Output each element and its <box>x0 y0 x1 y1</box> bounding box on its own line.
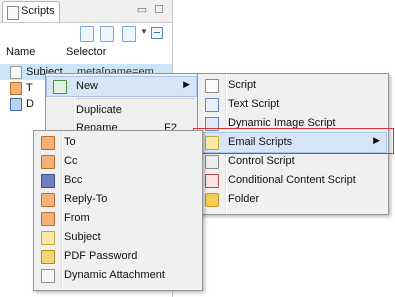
collapse-all-icon[interactable] <box>151 27 163 39</box>
person-icon <box>41 212 55 226</box>
menu-item-label: Text Script <box>228 98 280 110</box>
pdf-password-icon <box>41 250 55 264</box>
scripts-view-icon <box>7 6 19 20</box>
attachment-icon <box>41 269 55 283</box>
person-icon <box>41 155 55 169</box>
control-script-icon <box>205 155 219 169</box>
menu-item-control-script[interactable]: Control Script <box>199 152 387 171</box>
menu-item-reply-to[interactable]: Reply-To <box>35 190 201 209</box>
subject-icon <box>10 66 22 79</box>
menu-item-label: New <box>76 80 99 92</box>
table-header: Name Selector <box>0 44 172 60</box>
menu-separator <box>75 98 195 99</box>
person-icon <box>41 193 55 207</box>
view-tab-bar: Scripts ▭ ☐ <box>0 0 172 23</box>
submenu-arrow-icon: ▶ <box>183 79 190 89</box>
menu-item-label: From <box>64 212 90 224</box>
new-icon <box>53 80 67 94</box>
menu-item-bcc[interactable]: Bcc <box>35 171 201 190</box>
chevron-down-icon[interactable]: ▼ <box>140 27 148 36</box>
menu-item-label: Duplicate <box>76 104 122 116</box>
menu-item-label: Reply-To <box>64 193 108 205</box>
menu-item-label: Control Script <box>228 155 295 167</box>
menu-item-duplicate[interactable]: Duplicate <box>47 101 197 120</box>
text-script-icon <box>205 98 219 112</box>
subject-icon <box>41 231 55 245</box>
menu-item-new[interactable]: New ▶ <box>46 76 197 97</box>
menu-item-conditional-content-script[interactable]: Conditional Content Script <box>199 171 387 190</box>
email-submenu: To Cc Bcc Reply-To From Subject PDF Pass… <box>33 130 203 291</box>
menu-item-text-script[interactable]: Text Script <box>199 95 387 114</box>
conditional-content-icon <box>205 174 219 188</box>
to-icon <box>10 82 22 95</box>
menu-item-label: Bcc <box>64 174 83 186</box>
menu-item-to[interactable]: To <box>35 133 201 152</box>
dynamic-icon <box>10 98 22 111</box>
maximize-icon[interactable]: ☐ <box>153 4 165 16</box>
tab-scripts[interactable]: Scripts <box>2 1 60 22</box>
menu-item-label: Conditional Content Script <box>228 174 356 186</box>
new-wizard-icon[interactable] <box>122 26 136 42</box>
menu-item-label: To <box>64 136 76 148</box>
view-toolbar: ▼ <box>0 23 172 43</box>
column-header-name[interactable]: Name <box>6 46 35 58</box>
person-dark-icon <box>41 174 55 188</box>
row-name: D <box>26 98 34 110</box>
menu-item-label: Script <box>228 79 257 91</box>
script-icon <box>205 79 219 93</box>
menu-item-label: PDF Password <box>64 250 138 262</box>
new-folder-icon[interactable] <box>100 26 114 42</box>
menu-item-subject[interactable]: Subject <box>35 228 201 247</box>
new-script-icon[interactable] <box>80 26 94 42</box>
highlight-callout <box>193 128 394 154</box>
tab-label: Scripts <box>21 5 55 17</box>
menu-item-pdf-password[interactable]: PDF Password <box>35 247 201 266</box>
person-icon <box>41 136 55 150</box>
menu-item-from[interactable]: From <box>35 209 201 228</box>
menu-item-folder[interactable]: Folder <box>199 190 387 209</box>
folder-icon <box>205 193 219 207</box>
menu-item-script[interactable]: Script <box>199 76 387 95</box>
menu-item-label: Subject <box>64 231 101 243</box>
menu-item-label: Cc <box>64 155 78 167</box>
menu-item-cc[interactable]: Cc <box>35 152 201 171</box>
context-menu: New ▶ Duplicate Rename F2 <box>45 73 199 134</box>
column-header-selector[interactable]: Selector <box>66 46 106 58</box>
minimize-icon[interactable]: ▭ <box>136 4 148 16</box>
menu-item-dynamic-attachment[interactable]: Dynamic Attachment <box>35 266 201 285</box>
row-name: T <box>26 82 33 94</box>
menu-item-label: Folder <box>228 193 260 205</box>
menu-item-label: Dynamic Attachment <box>64 269 165 281</box>
